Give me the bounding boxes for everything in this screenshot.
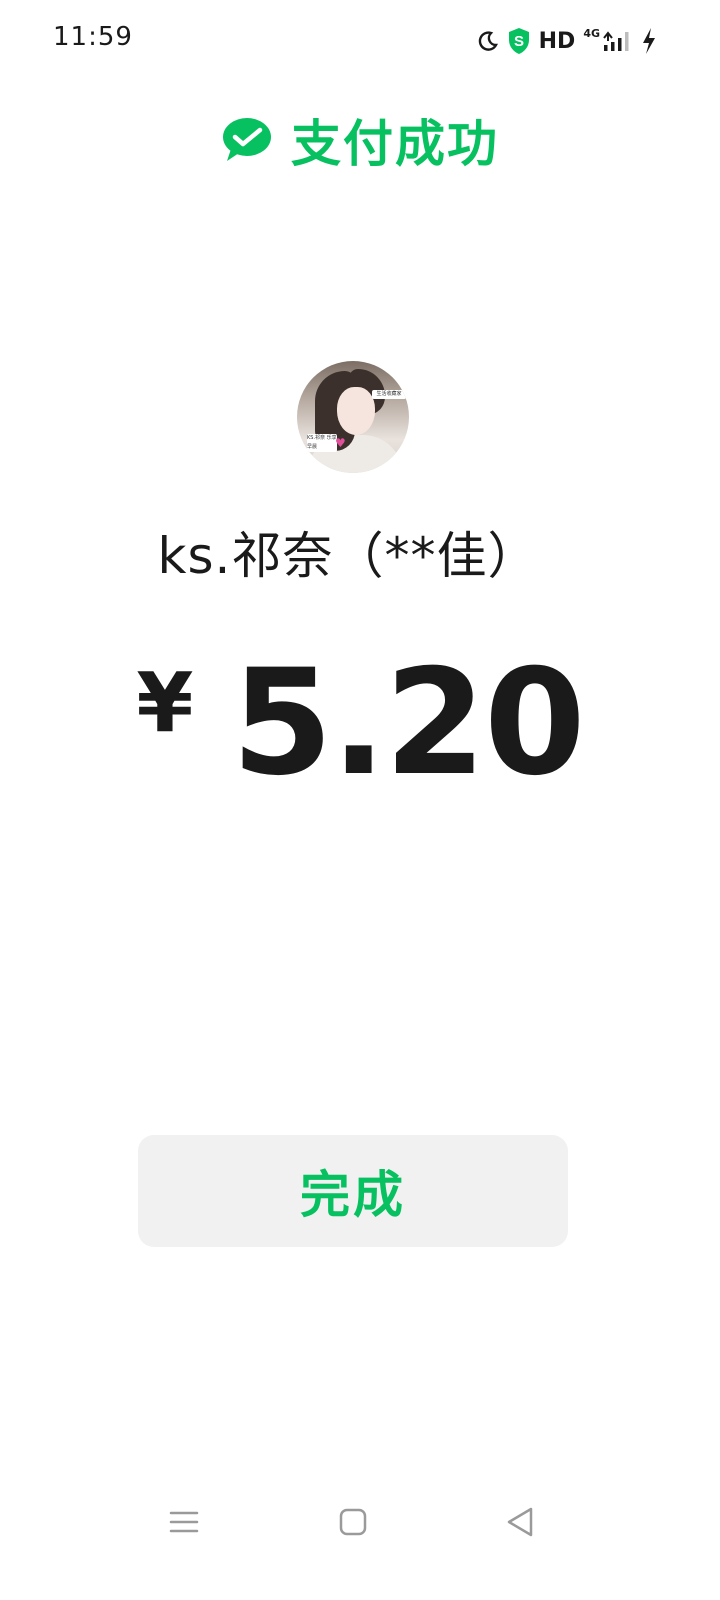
navigation-bar	[0, 1480, 720, 1560]
home-button[interactable]	[331, 1500, 375, 1544]
payment-amount: ¥ 5.20	[0, 648, 720, 798]
menu-icon	[169, 1511, 199, 1533]
menu-button[interactable]	[162, 1500, 206, 1544]
payee-name: ks.祁奈（**佳）	[157, 527, 539, 585]
wechat-pay-icon	[223, 118, 271, 161]
payee-avatar: 生活收藏家 KS.祁奈 乐享早晨 ♥	[297, 361, 409, 473]
payment-success-header: 支付成功	[0, 104, 720, 176]
payment-success-screen: 11:59 S HD 4G 支付成功 生活收藏家 KS.祁奈 乐享早晨 ♥ ks…	[0, 0, 720, 1600]
network-type: 4G	[583, 26, 600, 40]
avatar-sticker-bottom: KS.祁奈 乐享早晨	[307, 434, 337, 452]
home-icon	[339, 1508, 367, 1536]
status-time: 11:59	[53, 22, 133, 52]
charging-icon	[643, 28, 655, 54]
amount-value: 5.20	[231, 638, 585, 808]
status-bar: 11:59 S HD 4G	[0, 0, 720, 80]
signal-icon	[603, 31, 629, 51]
currency-symbol: ¥	[136, 656, 194, 751]
hd-indicator: HD	[538, 28, 576, 54]
heart-icon: ♥	[335, 436, 346, 450]
done-button-label: 完成	[300, 1166, 406, 1224]
done-button[interactable]: 完成	[138, 1135, 568, 1247]
avatar-sticker-top: 生活收藏家	[372, 390, 406, 399]
moon-icon	[478, 31, 498, 51]
shield-icon: S	[508, 28, 529, 54]
back-icon	[507, 1507, 533, 1537]
back-button[interactable]	[498, 1500, 542, 1544]
status-icons: S HD 4G	[477, 24, 658, 58]
svg-text:S: S	[514, 33, 524, 50]
payment-success-title: 支付成功	[291, 115, 499, 173]
